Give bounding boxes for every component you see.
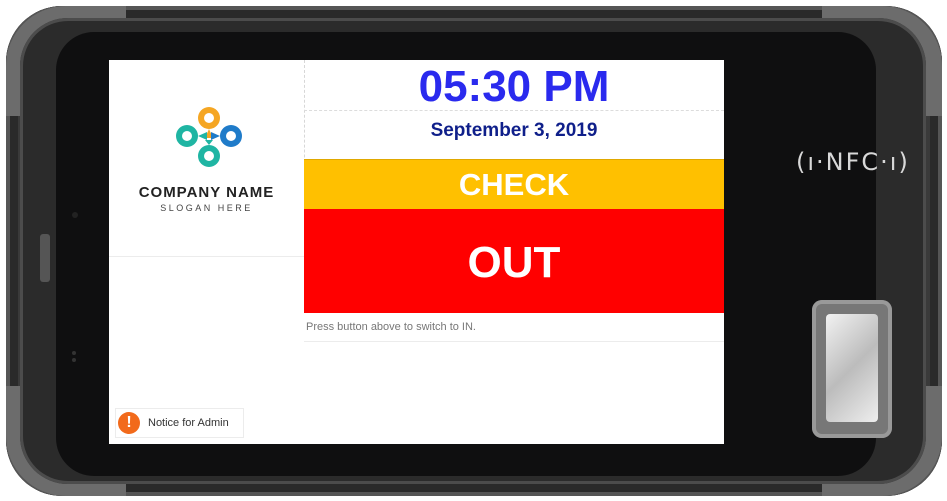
nfc-label: (ı·NFC·ı) — [796, 148, 910, 176]
exclamation-icon: ! — [118, 412, 140, 434]
logo-area: COMPANY NAME SLOGAN HERE — [109, 60, 305, 257]
right-panel: 05:30 PM September 3, 2019 CHECK OUT Pre… — [304, 60, 724, 444]
notice-for-admin-button[interactable]: ! Notice for Admin — [115, 408, 244, 438]
microphone-icon — [72, 351, 76, 355]
camera-icon — [72, 212, 78, 218]
company-slogan: SLOGAN HERE — [160, 203, 253, 213]
kiosk-screen: COMPANY NAME SLOGAN HERE ! Notice for Ad… — [109, 60, 724, 444]
switch-hint: Press button above to switch to IN. — [304, 313, 724, 342]
check-button[interactable]: CHECK — [304, 159, 724, 209]
fingerprint-sensor-icon — [826, 314, 878, 422]
clock-date: September 3, 2019 — [430, 120, 598, 141]
left-panel: COMPANY NAME SLOGAN HERE ! Notice for Ad… — [109, 60, 305, 444]
fingerprint-scanner[interactable] — [812, 300, 892, 438]
microphone-icon — [72, 358, 76, 362]
notice-label: Notice for Admin — [148, 417, 229, 429]
punch-mode-out-button[interactable]: OUT — [304, 209, 724, 313]
clock-time: 05:30 PM — [304, 60, 724, 111]
company-logo-icon — [176, 107, 242, 167]
company-name: COMPANY NAME — [138, 184, 275, 201]
side-button — [40, 234, 50, 282]
